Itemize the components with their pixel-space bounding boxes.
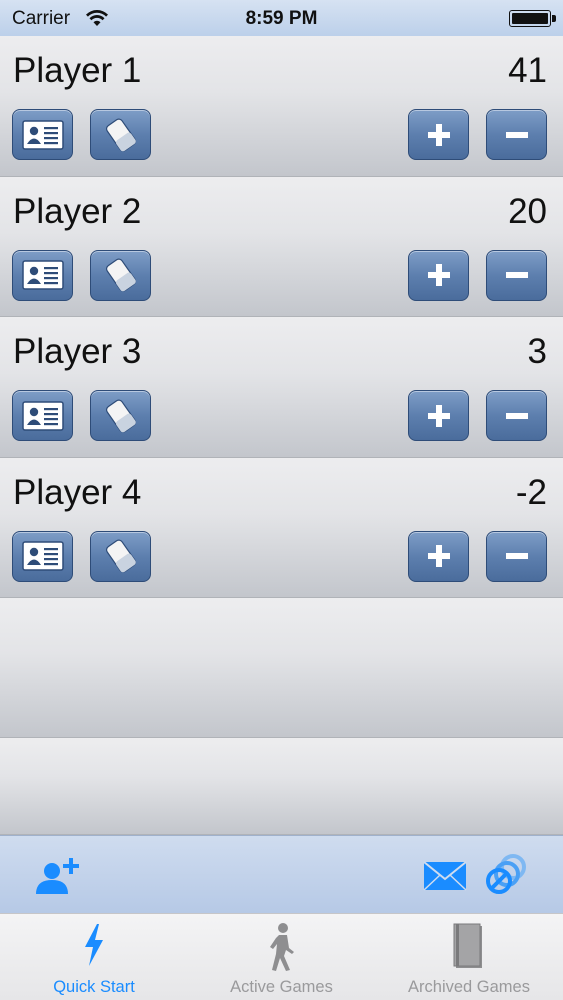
increment-score-button[interactable] [408, 390, 469, 441]
eraser-icon [105, 258, 136, 292]
player-name[interactable]: Player 4 [13, 473, 141, 513]
minus-icon [505, 272, 528, 278]
decrement-score-button[interactable] [486, 390, 547, 441]
status-time: 8:59 PM [245, 8, 318, 29]
increment-score-button[interactable] [408, 109, 469, 160]
player-row: Player 1 41 [0, 36, 563, 177]
empty-row [0, 598, 563, 738]
player-row: Player 2 20 [0, 176, 563, 317]
player-name[interactable]: Player 1 [13, 51, 141, 91]
player-list: Player 1 41 Player 2 20 Player 3 3 Playe… [0, 36, 563, 598]
player-score: -2 [515, 472, 547, 512]
eraser-icon [105, 118, 136, 151]
add-player-icon[interactable] [33, 856, 83, 896]
lightning-icon [85, 924, 103, 966]
empty-row [0, 738, 563, 835]
reset-score-button[interactable] [90, 530, 151, 582]
book-icon [453, 923, 482, 968]
player-score: 3 [527, 332, 547, 371]
player-row: Player 3 3 [0, 317, 563, 458]
player-name[interactable]: Player 3 [13, 332, 141, 372]
tab-bar: Quick Start Active Games Archived Games [0, 913, 563, 1000]
eraser-icon [105, 399, 136, 432]
eraser-icon [105, 539, 136, 573]
contact-card-icon [21, 541, 64, 571]
tab-label: Quick Start [53, 978, 135, 996]
tab-archived-games[interactable]: Archived Games [375, 914, 563, 1000]
player-details-button[interactable] [12, 109, 73, 160]
contact-card-icon [21, 119, 64, 150]
increment-score-button[interactable] [408, 530, 469, 582]
battery-icon [509, 10, 551, 27]
decrement-score-button[interactable] [486, 109, 547, 160]
reset-score-button[interactable] [90, 109, 151, 160]
player-details-button[interactable] [12, 249, 73, 301]
reset-score-button[interactable] [90, 390, 151, 441]
tab-label: Active Games [230, 978, 333, 996]
increment-score-button[interactable] [408, 249, 469, 301]
walking-person-icon [269, 923, 294, 971]
contact-card-icon [21, 400, 64, 431]
mail-icon[interactable] [423, 861, 467, 891]
decrement-score-button[interactable] [486, 530, 547, 582]
tab-quick-start[interactable]: Quick Start [0, 914, 188, 1000]
player-details-button[interactable] [12, 390, 73, 441]
plus-icon [427, 545, 450, 567]
decrement-score-button[interactable] [486, 249, 547, 301]
battery-nub [552, 15, 556, 22]
status-bar: Carrier 8:59 PM [0, 0, 563, 36]
player-score: 41 [508, 51, 547, 90]
player-details-button[interactable] [12, 530, 73, 582]
player-name[interactable]: Player 2 [13, 192, 141, 232]
tab-label: Archived Games [408, 978, 530, 996]
player-score: 20 [508, 191, 547, 231]
minus-icon [505, 131, 528, 138]
bottom-toolbar [0, 835, 563, 913]
tab-active-games[interactable]: Active Games [188, 914, 375, 1000]
plus-icon [427, 404, 450, 427]
plus-icon [427, 264, 450, 286]
player-row: Player 4 -2 [0, 457, 563, 598]
minus-icon [505, 412, 528, 419]
link-icon[interactable] [481, 851, 531, 897]
contact-card-icon [21, 260, 64, 290]
reset-score-button[interactable] [90, 249, 151, 301]
plus-icon [427, 123, 450, 146]
minus-icon [505, 553, 528, 559]
